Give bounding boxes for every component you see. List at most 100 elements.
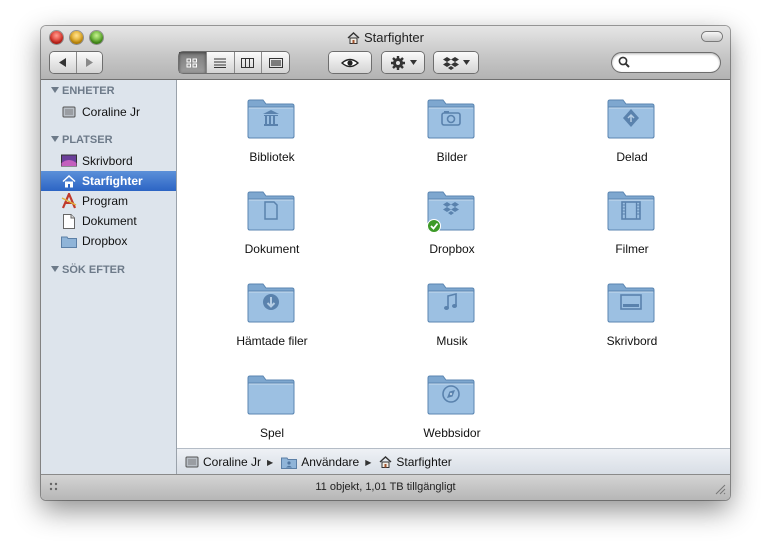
sync-check-badge-icon bbox=[427, 219, 441, 233]
folder-item[interactable]: Webbsidor bbox=[372, 364, 532, 444]
status-bar: 11 objekt, 1,01 TB tillgängligt bbox=[41, 474, 730, 500]
finder-window: Starfighter ENHETER Coraline Jr PLATSER … bbox=[41, 26, 730, 500]
folder-item-label: Filmer bbox=[615, 242, 649, 256]
document-icon bbox=[61, 213, 77, 229]
view-mode-control bbox=[179, 52, 289, 73]
sidebar-item-label: Skrivbord bbox=[82, 154, 133, 168]
toolbar-toggle-button[interactable] bbox=[702, 32, 722, 41]
sidebar-section-label: PLATSER bbox=[62, 134, 113, 146]
sidebar-section-devices[interactable]: ENHETER bbox=[51, 85, 115, 97]
sidebar-section-label: ENHETER bbox=[62, 85, 115, 97]
sidebar-section-places[interactable]: PLATSER bbox=[51, 134, 113, 146]
search-input[interactable] bbox=[632, 54, 718, 72]
documents-folder-icon bbox=[247, 191, 295, 231]
sidebar-item-label: Coraline Jr bbox=[82, 105, 141, 119]
coverflow-view-icon bbox=[268, 57, 283, 68]
path-item-label: Starfighter bbox=[396, 455, 452, 469]
search-icon bbox=[618, 56, 630, 68]
folder-item[interactable]: Musik bbox=[372, 272, 532, 352]
dropbox-icon bbox=[442, 56, 459, 70]
window-title: Starfighter bbox=[41, 30, 730, 47]
sidebar-item-program[interactable]: Program bbox=[41, 191, 176, 211]
music-folder-icon bbox=[427, 283, 475, 323]
icon-grid: Bibliotek Bilder Delad Dokument Dropbox Filme… bbox=[177, 80, 730, 448]
action-menu-button[interactable] bbox=[382, 52, 424, 73]
folder-item[interactable]: Spel bbox=[192, 364, 352, 444]
toolbar: Starfighter bbox=[41, 26, 730, 80]
column-view-button[interactable] bbox=[235, 52, 263, 73]
list-view-icon bbox=[214, 58, 227, 68]
home-icon bbox=[61, 173, 77, 189]
folder-item-label: Delad bbox=[616, 150, 648, 164]
forward-arrow-icon bbox=[86, 58, 94, 67]
folder-item[interactable]: Dropbox bbox=[372, 180, 532, 260]
back-button[interactable] bbox=[50, 52, 77, 73]
folder-item[interactable]: Delad bbox=[552, 88, 712, 168]
home-icon bbox=[379, 456, 392, 468]
dropbox-folder-icon bbox=[427, 191, 475, 233]
library-folder-icon bbox=[247, 99, 295, 139]
folder-item[interactable]: Filmer bbox=[552, 180, 712, 260]
path-item-label: Användare bbox=[301, 455, 360, 469]
column-view-icon bbox=[241, 57, 255, 68]
dropbox-menu-button[interactable] bbox=[434, 52, 478, 73]
desktop-icon bbox=[61, 153, 77, 169]
folder-item-label: Webbsidor bbox=[423, 426, 481, 440]
path-item-starfighter[interactable]: Starfighter bbox=[379, 455, 452, 469]
sidebar-item-label: Starfighter bbox=[82, 174, 143, 188]
chevron-down-icon bbox=[462, 60, 470, 65]
icon-view-button[interactable] bbox=[179, 52, 207, 73]
folder-item-label: Dokument bbox=[244, 242, 300, 256]
hard-drive-icon bbox=[185, 455, 199, 469]
chevron-down-icon bbox=[409, 60, 417, 65]
search-field[interactable] bbox=[612, 53, 720, 72]
desktop-folder-icon bbox=[607, 283, 655, 323]
status-text: 11 objekt, 1,01 TB tillgängligt bbox=[315, 481, 456, 493]
back-forward-control bbox=[50, 52, 102, 73]
list-view-button[interactable] bbox=[207, 52, 235, 73]
sidebar-item-coraline-jr[interactable]: Coraline Jr bbox=[41, 102, 176, 122]
eye-icon bbox=[341, 58, 359, 67]
path-item-label: Coraline Jr bbox=[203, 455, 262, 469]
folder-item[interactable]: Bilder bbox=[372, 88, 532, 168]
folder-item-label: Spel bbox=[259, 426, 285, 440]
hard-drive-icon bbox=[61, 104, 77, 120]
path-item-anvandare[interactable]: Användare bbox=[281, 455, 359, 469]
coverflow-view-button[interactable] bbox=[262, 52, 289, 73]
sidebar-item-label: Dropbox bbox=[82, 234, 128, 248]
disclosure-triangle-icon bbox=[51, 136, 59, 142]
forward-button[interactable] bbox=[77, 52, 103, 73]
sidebar-item-dokument[interactable]: Dokument bbox=[41, 211, 176, 231]
sidebar-item-label: Dokument bbox=[82, 214, 137, 228]
sidebar-item-skrivbord[interactable]: Skrivbord bbox=[41, 151, 176, 171]
path-item-coraline-jr[interactable]: Coraline Jr bbox=[185, 455, 261, 469]
folder-item[interactable]: Hämtade filer bbox=[192, 272, 352, 352]
users-folder-icon bbox=[281, 456, 298, 469]
applications-icon bbox=[61, 193, 77, 209]
shared-folder-icon bbox=[607, 99, 655, 139]
folder-item[interactable]: Bibliotek bbox=[192, 88, 352, 168]
folder-item[interactable]: Skrivbord bbox=[552, 272, 712, 352]
path-bar: Coraline Jr ▶ Användare ▶ Starfighter bbox=[177, 448, 730, 475]
folder-item-label: Skrivbord bbox=[606, 334, 658, 348]
resize-handle-icon[interactable] bbox=[715, 484, 726, 498]
sidebar-section-search-for[interactable]: SÖK EFTER bbox=[51, 264, 125, 276]
folder-item-label: Hämtade filer bbox=[236, 334, 308, 348]
folder-item[interactable]: Dokument bbox=[192, 180, 352, 260]
folder-item-label: Musik bbox=[436, 334, 468, 348]
pictures-folder-icon bbox=[427, 99, 475, 139]
downloads-folder-icon bbox=[247, 283, 295, 323]
disclosure-triangle-icon bbox=[51, 266, 59, 272]
folder-item-label: Dropbox bbox=[429, 242, 475, 256]
sidebar-item-starfighter[interactable]: Starfighter bbox=[41, 171, 176, 191]
sidebar-item-label: Program bbox=[82, 194, 129, 208]
plain-folder-icon bbox=[247, 375, 295, 415]
disclosure-triangle-icon bbox=[51, 87, 59, 93]
path-separator-icon: ▶ bbox=[267, 457, 274, 467]
sidebar-item-dropbox[interactable]: Dropbox bbox=[41, 231, 176, 251]
home-icon bbox=[347, 32, 360, 47]
quick-look-button[interactable] bbox=[329, 52, 371, 73]
gear-icon bbox=[390, 55, 405, 70]
window-title-text: Starfighter bbox=[364, 30, 424, 45]
path-separator-icon: ▶ bbox=[365, 457, 372, 467]
